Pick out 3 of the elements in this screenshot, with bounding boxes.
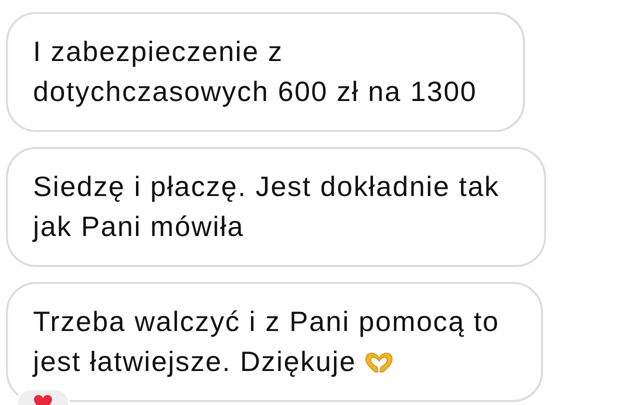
message-text: Siedzę i płaczę. Jest dokładnie tak jak Pani mówiła — [33, 171, 500, 242]
message-text: I zabezpieczenie z dotychczasowych 600 zł na 1300 — [33, 36, 477, 107]
message-text: Trzeba walczyć i z Pani pomocą to jest łatwiejsze. Dziękuje — [33, 306, 500, 377]
